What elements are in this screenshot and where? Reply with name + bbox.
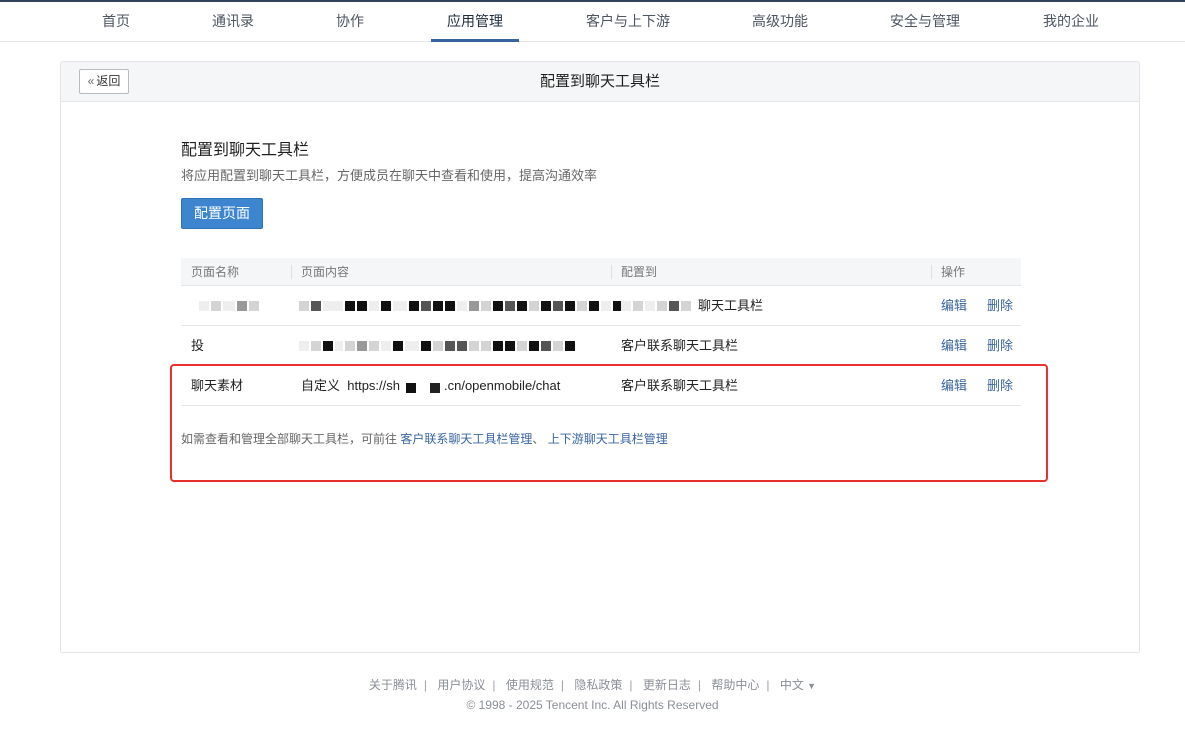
manage-all-note: 如需查看和管理全部聊天工具栏，可前往 客户联系聊天工具栏管理、 上下游聊天工具栏… [181,430,668,447]
nav-item-contacts[interactable]: 通讯录 [201,2,265,42]
row-page-name: 投 [191,338,205,353]
copyright: © 1998 - 2025 Tencent Inc. All Rights Re… [466,698,719,712]
page-title: 配置到聊天工具栏 [539,73,660,90]
footer-link-help[interactable]: 帮助中心 [711,678,759,692]
redacted-name [199,300,261,312]
language-label: 中文 [779,678,804,692]
section-title: 配置到聊天工具栏 [181,142,310,159]
footer-link-privacy[interactable]: 隐私政策 [574,678,622,692]
table-row: 聊天工具栏 编辑 删除 [181,286,1021,326]
footer-links: 关于腾讯 | 用户协议 | 使用规范 | 隐私政策 | 更新日志 | 帮助中心 | 中文 ▼ [368,678,817,692]
footer-link-changelog[interactable]: 更新日志 [643,678,691,692]
nav-item-my-enterprise[interactable]: 我的企业 [1033,2,1109,42]
redacted-content [299,340,577,352]
main-panel: «返回 配置到聊天工具栏 配置到聊天工具栏 将应用配置到聊天工具栏，方便成员在聊… [60,61,1140,653]
row-config-target: 客户联系聊天工具栏 [621,378,739,393]
header-page-name: 页面名称 [191,265,240,279]
nav-item-customers[interactable]: 客户与上下游 [576,2,680,42]
nav-item-advanced[interactable]: 高级功能 [742,2,818,42]
header-config-to: 配置到 [610,258,657,286]
redacted-url-part [400,381,444,393]
row-page-name: 聊天素材 [191,378,244,393]
row-page-content: 自定义 https://sh .cn/openmobile/chat [301,366,560,406]
note-text: 如需查看和管理全部聊天工具栏，可前往 [181,432,398,446]
table-row: 投 客户联系聊天工具栏 编辑 删除 [181,326,1021,366]
delete-link[interactable]: 删除 [987,286,1013,326]
nav-item-home[interactable]: 首页 [90,2,142,42]
header-page-content: 页面内容 [290,258,349,286]
delete-link[interactable]: 删除 [987,326,1013,366]
nav-item-security[interactable]: 安全与管理 [880,2,970,42]
table-header: 页面名称 页面内容 配置到 操作 [181,258,1021,286]
footer-link-about[interactable]: 关于腾讯 [369,678,417,692]
row-config-target: 聊天工具栏 [698,298,764,313]
caret-down-icon: ▼ [807,681,817,691]
config-page-button[interactable]: 配置页面 [181,198,263,229]
panel-header: «返回 配置到聊天工具栏 [61,62,1139,102]
redacted-target-prefix [621,300,693,312]
upstream-toolbar-link[interactable]: 上下游聊天工具栏管理 [548,432,668,446]
delete-link[interactable]: 删除 [987,366,1013,406]
edit-link[interactable]: 编辑 [941,326,967,366]
nav-item-collaboration[interactable]: 协作 [326,2,374,42]
table-row: 聊天素材 自定义 https://sh .cn/openmobile/chat 客… [181,366,1021,406]
nav-item-app-management[interactable]: 应用管理 [431,2,519,42]
content-url-start: https://sh [347,378,400,393]
edit-link[interactable]: 编辑 [941,286,967,326]
header-actions: 操作 [930,258,965,286]
footer-link-rules[interactable]: 使用规范 [506,678,554,692]
row-config-target: 客户联系聊天工具栏 [621,338,739,353]
language-selector[interactable]: 中文 ▼ [780,678,816,692]
edit-link[interactable]: 编辑 [941,366,967,406]
section-description: 将应用配置到聊天工具栏，方便成员在聊天中查看和使用，提高沟通效率 [181,168,598,183]
redacted-content [299,300,625,312]
content-type: 自定义 [301,378,341,393]
content-url-end: .cn/openmobile/chat [444,378,561,393]
toolbar-table: 页面名称 页面内容 配置到 操作 聊天工具栏 编辑 删除 投 客户联系聊天工具栏… [181,258,1021,406]
footer-link-agreement[interactable]: 用户协议 [437,678,485,692]
note-separator: 、 [532,432,545,446]
top-nav: 首页 通讯录 协作 应用管理 客户与上下游 高级功能 安全与管理 我的企业 [0,2,1185,42]
customer-toolbar-link[interactable]: 客户联系聊天工具栏管理 [400,432,532,446]
